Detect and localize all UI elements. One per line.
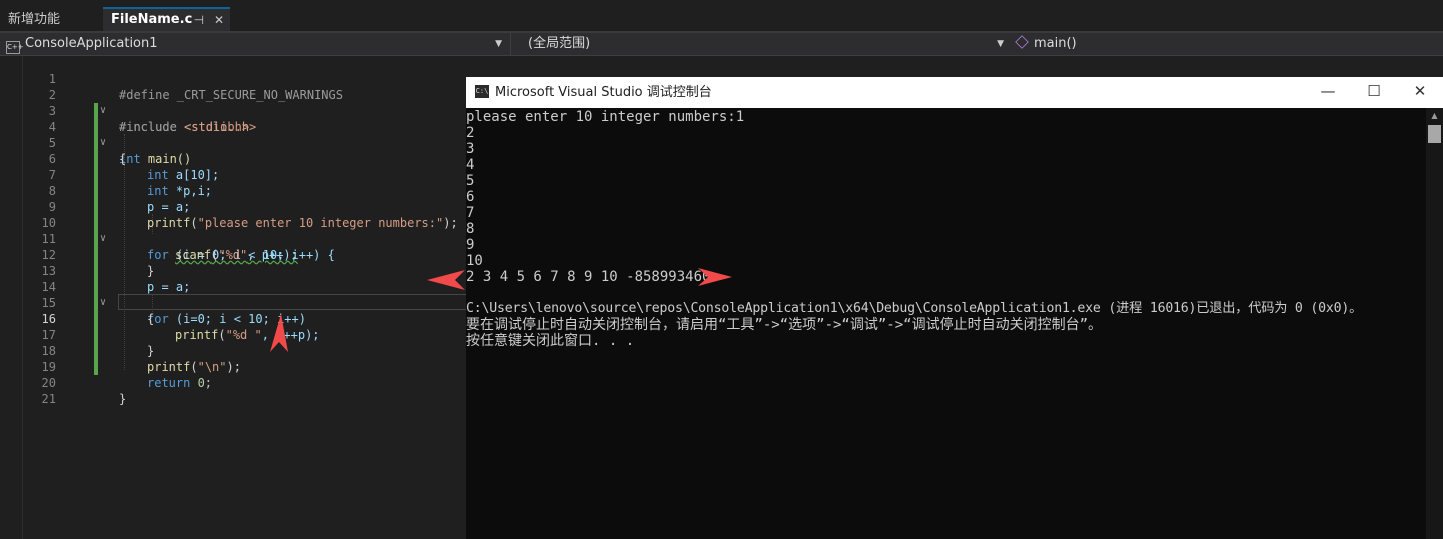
- cpp-project-icon: C++: [6, 41, 24, 54]
- code-line[interactable]: 7 int *p,i;: [0, 151, 470, 198]
- project-dropdown[interactable]: C++ConsoleApplication1 ▼: [6, 35, 506, 54]
- annotation-arrow-left-icon: [698, 268, 732, 286]
- divider: [510, 33, 511, 55]
- console-output[interactable]: please enter 10 integer numbers:1 2 3 4 …: [466, 108, 1426, 539]
- pin-icon[interactable]: ⊣: [194, 13, 204, 27]
- tab-whats-new[interactable]: 新增功能: [0, 9, 104, 31]
- code-line[interactable]: 12 }: [0, 231, 470, 278]
- line-number: 21: [41, 392, 56, 406]
- code-line[interactable]: 20 }: [0, 359, 470, 406]
- minimize-button[interactable]: —: [1305, 77, 1351, 108]
- project-name: ConsoleApplication1: [25, 36, 158, 51]
- code-line[interactable]: 11 scanf("%d", p++);: [0, 215, 470, 262]
- console-line: 5: [466, 173, 475, 189]
- console-line: 8: [466, 221, 475, 237]
- code-line[interactable]: 15 {: [0, 279, 470, 326]
- code-line[interactable]: 8 p = a;: [0, 167, 470, 214]
- code-line[interactable]: 2 ∨ #include <stdio.h>: [0, 71, 470, 134]
- console-line: 9: [466, 237, 475, 253]
- annotation-arrow-up-icon: [270, 314, 288, 352]
- tab-filename-c[interactable]: FileName.c ⊣ ✕: [103, 7, 230, 32]
- console-line-exit: C:\Users\lenovo\source\repos\ConsoleAppl…: [466, 301, 1363, 316]
- document-tab-bar: 新增功能 FileName.c ⊣ ✕: [0, 0, 1443, 33]
- console-line: 2: [466, 125, 475, 141]
- console-line: 按任意键关闭此窗口. . .: [466, 333, 635, 349]
- navigation-bar: C++ConsoleApplication1 ▼ (全局范围) ▼ main(): [0, 33, 1443, 56]
- scope-dropdown[interactable]: (全局范围) ▼: [518, 35, 1008, 53]
- maximize-button[interactable]: ☐: [1351, 77, 1397, 108]
- code-line[interactable]: 14 ∨ for (i=0; i < 10; i++): [0, 263, 470, 326]
- code-text: }: [119, 392, 127, 406]
- code-line[interactable]: 19 return 0;: [0, 343, 470, 390]
- code-line[interactable]: 6 int a[10];: [0, 135, 470, 182]
- code-line[interactable]: 4 ∨ int main(): [0, 103, 470, 166]
- scroll-up-icon[interactable]: ▲: [1426, 108, 1443, 124]
- code-line[interactable]: 5 {: [0, 119, 470, 166]
- code-line[interactable]: 1 #define _CRT_SECURE_NO_WARNINGS: [0, 55, 470, 102]
- close-button[interactable]: ✕: [1397, 77, 1443, 108]
- code-line[interactable]: 17 }: [0, 311, 470, 358]
- tab-label: 新增功能: [8, 12, 61, 27]
- code-line[interactable]: 3 #include <stdlib.h>: [0, 87, 470, 134]
- method-icon: [1015, 35, 1029, 49]
- console-scrollbar[interactable]: ▲: [1426, 108, 1443, 539]
- console-line: 要在调试停止时自动关闭控制台，请启用“工具”->“选项”->“调试”->“调试停…: [466, 317, 1102, 333]
- close-icon[interactable]: ✕: [214, 13, 224, 27]
- console-title-bar[interactable]: C:\ Microsoft Visual Studio 调试控制台 — ☐ ✕: [466, 77, 1443, 108]
- code-line-current[interactable]: 16 printf("%d ", *++p);: [0, 295, 470, 342]
- chevron-down-icon[interactable]: ▼: [495, 35, 502, 53]
- code-line[interactable]: 9 printf("please enter 10 integer number…: [0, 183, 470, 230]
- code-line[interactable]: 13 p = a;: [0, 247, 470, 294]
- function-dropdown[interactable]: main(): [1012, 35, 1437, 53]
- function-label: main(): [1034, 36, 1077, 51]
- console-line: 6: [466, 189, 475, 205]
- debug-console-window[interactable]: C:\ Microsoft Visual Studio 调试控制台 — ☐ ✕ …: [466, 77, 1443, 539]
- console-line-output: 2 3 4 5 6 7 8 9 10 -858993460: [466, 269, 711, 285]
- console-line: 10: [466, 253, 483, 269]
- scope-label: (全局范围): [528, 36, 591, 51]
- console-line: please enter 10 integer numbers:1: [466, 109, 745, 125]
- tab-label: FileName.c: [111, 12, 193, 27]
- console-line: 3: [466, 141, 475, 157]
- console-app-icon: C:\: [475, 85, 489, 98]
- console-line: 7: [466, 205, 475, 221]
- code-line[interactable]: 18 printf("\n");: [0, 327, 470, 374]
- chevron-down-icon[interactable]: ▼: [997, 35, 1004, 53]
- scrollbar-thumb[interactable]: [1428, 125, 1441, 143]
- code-line[interactable]: 21: [0, 375, 470, 406]
- console-line: 4: [466, 157, 475, 173]
- code-line[interactable]: 10 ∨ for (i = 0; i < 10; i++) {: [0, 199, 470, 262]
- annotation-arrow-right-icon: [427, 270, 465, 290]
- console-title: Microsoft Visual Studio 调试控制台: [495, 85, 712, 100]
